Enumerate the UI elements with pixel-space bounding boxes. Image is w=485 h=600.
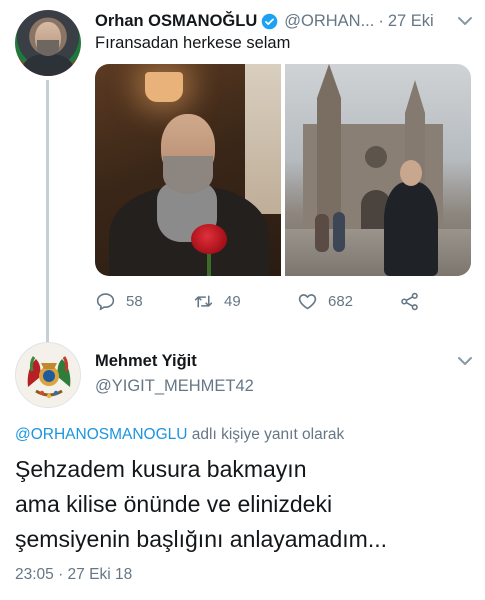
original-tweet: Orhan OSMANOĞLU @ORHAN... · 27 Eki Fıran… (0, 0, 485, 342)
avatar-beard (37, 40, 59, 56)
plaza-ground (285, 229, 471, 276)
replying-to-line: @ORHANOSMANOGLU adlı kişiye yanıt olarak (15, 426, 344, 444)
reply-timestamp[interactable]: 23:05 · 27 Eki 18 (15, 566, 132, 584)
reply-header: Mehmet Yiğit @YIGIT_MEHMET42 (95, 352, 254, 396)
reply-to-mention-link[interactable]: @ORHANOSMANOGLU (15, 426, 187, 443)
tweet-header: Orhan OSMANOĞLU @ORHAN... · 27 Eki (95, 10, 434, 32)
man-coat (384, 182, 438, 276)
thread-line (46, 80, 49, 342)
tweet-text: Fıransadan herkese selam (95, 34, 291, 52)
ottoman-coat-of-arms-icon (16, 343, 80, 407)
separator-dot: · (378, 11, 384, 30)
man-beard (163, 156, 213, 194)
author-handle[interactable]: @ORHAN... (284, 12, 374, 31)
avatar-body (23, 54, 73, 76)
share-icon (401, 292, 418, 310)
author-name[interactable]: Orhan OSMANOĞLU (95, 12, 257, 31)
author-avatar[interactable] (15, 10, 81, 76)
reply-to-suffix: adlı kişiye yanıt olarak (187, 426, 345, 443)
retweet-button[interactable]: 49 (193, 288, 241, 314)
photo-man-at-cathedral[interactable] (285, 64, 471, 276)
retweet-icon (194, 294, 213, 308)
reply-author-name[interactable]: Mehmet Yiğit (95, 352, 254, 371)
reply-author-handle[interactable]: @YIGIT_MEHMET42 (95, 377, 254, 396)
man-standing (380, 160, 442, 276)
man-head (400, 160, 422, 186)
window (245, 64, 281, 214)
tweet-media (95, 64, 471, 276)
reply-text-line: Şehzadem kusura bakmayın (15, 456, 307, 482)
tweet-actions: 58 49 682 (95, 288, 471, 314)
verified-badge-icon (261, 13, 278, 29)
like-count: 682 (328, 292, 354, 310)
chevron-down-icon[interactable] (458, 16, 472, 26)
reply-count: 58 (126, 292, 143, 310)
chevron-down-icon[interactable] (458, 356, 472, 366)
reply-text: Şehzadem kusura bakmayın ama kilise önün… (15, 452, 477, 557)
reply-icon (96, 292, 115, 310)
pedestrian (333, 212, 345, 252)
share-button[interactable] (399, 288, 420, 314)
tweet-date[interactable]: 27 Eki (388, 12, 434, 31)
reply-text-line: ama kilise önünde ve elinizdeki (15, 491, 333, 517)
pedestrian (315, 214, 329, 252)
reply-text-line: şemsiyenin başlığını anlayamadım... (15, 526, 388, 552)
retweet-count: 49 (224, 292, 241, 310)
like-button[interactable]: 682 (297, 288, 353, 314)
lamp (145, 72, 183, 102)
rose-stem (207, 252, 211, 276)
reply-button[interactable]: 58 (95, 288, 143, 314)
red-rose (191, 224, 227, 254)
photo-man-with-rose[interactable] (95, 64, 281, 276)
cathedral-spire (317, 64, 341, 234)
reply-author-avatar[interactable] (15, 342, 81, 408)
heart-icon (298, 293, 317, 309)
